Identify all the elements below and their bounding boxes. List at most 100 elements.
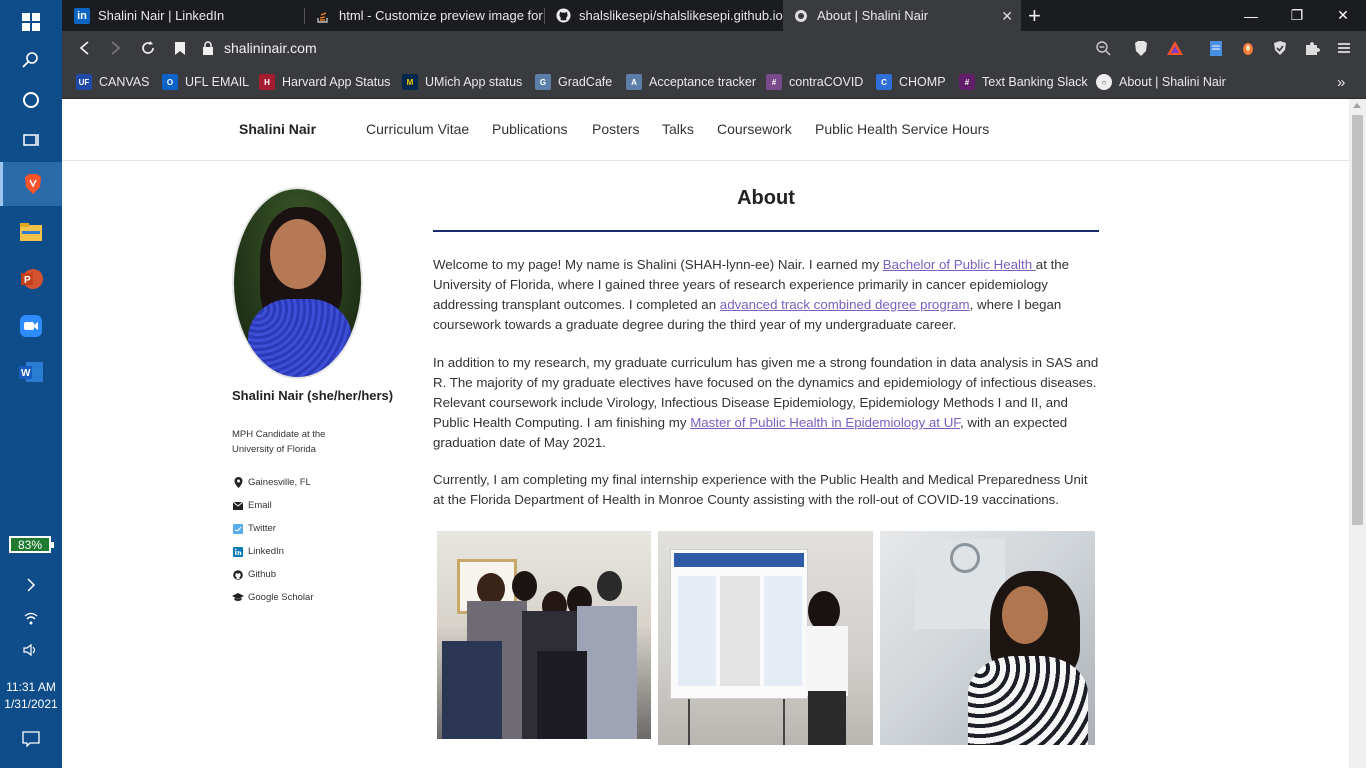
mph-epidemiology-link[interactable]: Master of Public Health in Epidemiology … [690,415,960,430]
bookmark-ufl-email[interactable]: O UFL EMAIL [162,72,249,92]
curriculum-paragraph: In addition to my research, my graduate … [433,355,1099,450]
twitter-icon [232,523,244,535]
tab-about-active[interactable]: About | Shalini Nair ✕ [783,0,1021,31]
outlook-icon: O [162,74,178,90]
site-title[interactable]: Shalini Nair [239,121,316,137]
moffitt-cancer-center-photo [880,531,1095,745]
bookmark-text-banking-slack[interactable]: # Text Banking Slack [959,72,1088,92]
minimize-icon[interactable]: — [1228,0,1274,31]
author-google-scholar-link[interactable]: Google Scholar [232,586,432,609]
bookmark-label: About | Shalini Nair [1119,75,1226,89]
shield-check-icon[interactable] [1271,39,1289,57]
avatar-face [270,219,326,289]
bookmark-contracovid[interactable]: # contraCOVID [766,72,863,92]
back-icon[interactable] [74,38,94,58]
author-github-link[interactable]: Github [232,563,432,586]
brave-browser-icon[interactable] [0,162,62,206]
search-icon[interactable] [0,38,62,82]
task-view-icon[interactable] [0,118,62,162]
menu-icon[interactable] [1335,39,1353,57]
page-title: About [737,187,795,209]
battery-indicator[interactable]: 83% [9,536,54,553]
author-location: Gainesville, FL [232,471,432,494]
bachelor-public-health-link[interactable]: Bachelor of Public Health [883,257,1036,272]
notification-icon[interactable] [0,731,62,747]
bookmark-acceptance-tracker[interactable]: A Acceptance tracker [626,72,756,92]
bookmark-gradcafe[interactable]: G GradCafe [535,72,612,92]
globe-icon: ○ [1096,74,1112,90]
bookmark-label: UMich App status [425,75,523,89]
combined-degree-program-link[interactable]: advanced track combined degree program [720,297,970,312]
nav-public-health-service-hours[interactable]: Public Health Service Hours [815,121,989,137]
reader-icon[interactable] [1207,39,1225,57]
site-masthead: Shalini Nair Curriculum Vitae Publicatio… [62,99,1349,161]
bookmark-harvard-app-status[interactable]: H Harvard App Status [259,72,390,92]
nav-coursework[interactable]: Coursework [717,121,792,137]
bookmark-chomp[interactable]: C CHOMP [876,72,946,92]
word-icon[interactable]: W [0,350,62,394]
linkedin-icon [232,546,244,558]
bookmark-label: contraCOVID [789,75,864,89]
intro-paragraph: Welcome to my page! My name is Shalini (… [433,257,1070,332]
nav-curriculum-vitae[interactable]: Curriculum Vitae [366,121,469,137]
bookmark-umich-app-status[interactable]: M UMich App status [402,72,522,92]
gradcafe-icon: G [535,74,551,90]
chevron-right-icon[interactable] [0,578,62,592]
bookmark-about-shalini-nair[interactable]: ○ About | Shalini Nair [1096,72,1226,92]
brave-rewards-icon[interactable] [1166,39,1184,57]
cortana-icon[interactable] [0,78,62,122]
more-bookmarks-icon[interactable]: » [1337,72,1345,92]
page-scrollbar[interactable] [1349,99,1366,768]
browser-tabstrip: in Shalini Nair | LinkedIn html - Custom… [62,0,1366,31]
zoom-icon[interactable] [0,304,62,348]
file-explorer-icon[interactable] [0,210,62,254]
nav-publications[interactable]: Publications [492,121,568,137]
powerpoint-icon[interactable]: P [0,257,62,301]
author-linkedin-link[interactable]: LinkedIn [232,540,432,563]
bookmark-label: Text Banking Slack [982,75,1088,89]
author-twitter-link[interactable]: Twitter [232,517,432,540]
slack-icon: # [959,74,975,90]
clock-date[interactable]: 1/31/2021 [0,697,62,711]
bookmark-canvas[interactable]: UF CANVAS [76,72,149,92]
url-text[interactable]: shalininair.com [224,40,317,56]
nav-posters[interactable]: Posters [592,121,639,137]
bookmark-label: GradCafe [558,75,613,89]
zoom-out-icon[interactable] [1094,39,1112,57]
tab-stackoverflow[interactable]: html - Customize preview image for g [305,0,543,31]
tab-title: html - Customize preview image for g [339,8,543,23]
close-window-icon[interactable]: ✕ [1320,0,1366,31]
clock-time[interactable]: 11:31 AM [0,680,62,694]
title-rule [433,230,1099,232]
bookmark-label: CANVAS [99,75,150,89]
scroll-thumb[interactable] [1352,115,1363,525]
avatar [232,187,363,379]
reload-icon[interactable] [138,38,158,58]
forward-icon[interactable] [106,38,126,58]
window-controls: — ❐ ✕ [1228,0,1366,31]
extensions-puzzle-icon[interactable] [1303,39,1321,57]
wifi-icon[interactable] [0,612,62,626]
restore-icon[interactable]: ❐ [1274,0,1320,31]
svg-text:P: P [24,275,31,286]
github-icon [555,8,571,24]
nav-talks[interactable]: Talks [662,121,694,137]
bookmark-label: CHOMP [899,75,946,89]
volume-icon[interactable] [0,643,62,657]
address-bar[interactable]: shalininair.com [202,35,1202,61]
bookmark-icon[interactable] [170,38,190,58]
tab-linkedin[interactable]: in Shalini Nair | LinkedIn [64,0,302,31]
envelope-icon [232,500,244,512]
group-photo [437,531,651,739]
extension-orange-icon[interactable] [1239,39,1257,57]
author-email-link[interactable]: Email [232,494,432,517]
brave-shields-icon[interactable] [1132,39,1150,57]
new-tab-icon[interactable]: + [1028,3,1041,29]
tab-github[interactable]: shalslikesepi/shalslikesepi.github.io: G… [545,0,783,31]
bookmark-label: UFL EMAIL [185,75,250,89]
close-tab-icon[interactable]: ✕ [1001,8,1013,25]
lock-icon [202,41,214,55]
internship-paragraph: Currently, I am completing my final inte… [433,472,1088,507]
scroll-up-icon[interactable] [1353,103,1361,108]
globe-icon [793,8,809,24]
